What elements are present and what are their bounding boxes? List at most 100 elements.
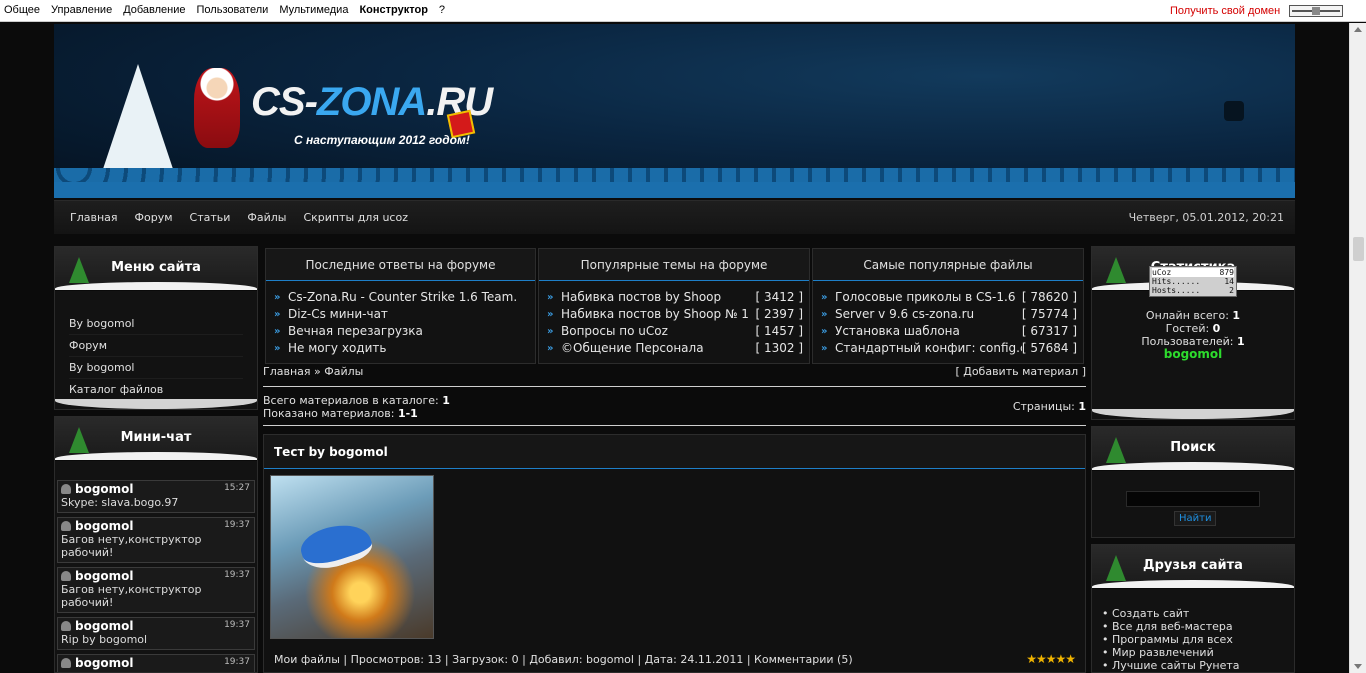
site-menu-item[interactable]: Каталог файлов [69,379,243,401]
user-icon [61,484,71,494]
nav-links: Главная Форум Статьи Файлы Скрипты для u… [70,211,408,224]
double-arrow-icon: » [274,292,281,303]
entry-thumbnail[interactable] [270,475,434,639]
topic-count: [ 3412 ] [755,290,803,304]
chat-time: 19:37 [224,620,250,630]
nav-item-files[interactable]: Файлы [247,211,286,224]
chat-user[interactable]: bogomol [61,519,251,533]
nav-item-articles[interactable]: Статьи [190,211,231,224]
last-forum-replies-title: Последние ответы на форуме [266,249,535,281]
friend-link[interactable]: Мир развлечений [1102,646,1240,659]
chat-user[interactable]: bogomol [61,482,251,496]
friend-link[interactable]: Программы для всех [1102,633,1240,646]
counter-hits-row: Hits...... 14 [1152,277,1234,286]
header-waves-base [54,182,1295,198]
file-count: [ 78620 ] [1021,290,1077,304]
topic-count: [ 1302 ] [755,341,803,355]
site-menu-item[interactable]: By bogomol [69,357,243,379]
double-arrow-icon: » [821,326,828,337]
guests-label: Гостей: [1165,322,1213,335]
current-date: Четверг, 05.01.2012, 20:21 [1128,211,1284,224]
search-input[interactable] [1126,491,1260,507]
user-icon [61,521,71,531]
admin-menu-help[interactable]: ? [439,4,445,16]
breadcrumb-home[interactable]: Главная [263,365,311,378]
admin-menu-multimedia[interactable]: Мультимедиа [279,4,348,16]
list-item[interactable]: » Набивка постов by Shoop [ 3412 ] [547,289,803,306]
scrollbar-thumb[interactable] [1353,237,1364,261]
chat-user[interactable]: bogomol [61,656,251,670]
page-scrollbar[interactable] [1349,23,1366,673]
site-menu-item[interactable]: Форум [69,335,243,357]
list-item[interactable]: » Server v 9.6 cs-zona.ru [ 75774 ] [821,306,1077,323]
topic-count: [ 2397 ] [755,307,803,321]
double-arrow-icon: » [547,326,554,337]
topic-title: Вечная перезагрузка [288,324,423,338]
admin-menu-users[interactable]: Пользователи [197,4,269,16]
nav-item-home[interactable]: Главная [70,211,118,224]
admin-menu-constructor[interactable]: Конструктор [359,4,427,16]
chat-messages: bogomol 15:27 Skype: slava.bogo.97 bogom… [55,461,257,672]
user-icon [61,571,71,581]
friends-title: Друзья сайта [1143,558,1243,573]
popular-topics-title: Популярные темы на форуме [539,249,809,281]
entry-title[interactable]: Тест by bogomol [264,435,1085,469]
catalog-info: Всего материалов в каталоге: 1 Показано … [263,394,1086,426]
list-item[interactable]: » Голосовые приколы в CS-1.6 [ 78620 ] [821,289,1077,306]
nav-item-forum[interactable]: Форум [135,211,173,224]
list-item[interactable]: » Набивка постов by Shoop № 1 [ 2397 ] [547,306,803,323]
list-item[interactable]: » Cs-Zona.Ru - Counter Strike 1.6 Team. [274,289,529,306]
search-title: Поиск [1170,440,1216,455]
admin-menu-add[interactable]: Добавление [123,4,185,16]
friend-link[interactable]: Создать сайт [1102,607,1240,620]
panel-slider[interactable] [1289,5,1343,17]
file-entry: Тест by bogomol Мои файлы | Просмотров: … [263,434,1086,673]
get-domain-link[interactable]: Получить свой домен [1170,5,1280,17]
file-count: [ 75774 ] [1021,307,1077,321]
user-icon [61,658,71,668]
scroll-down-icon[interactable] [1354,664,1362,669]
list-item[interactable]: » Diz-Cs мини-чат [274,306,529,323]
double-arrow-icon: » [547,292,554,303]
friend-link[interactable]: Все для веб-мастера [1102,620,1240,633]
topic-title: Cs-Zona.Ru - Counter Strike 1.6 Team. [288,290,518,304]
counter-hosts: 2 [1229,286,1234,295]
online-total-value: 1 [1232,309,1241,322]
list-item[interactable]: » Стандартный конфиг: config.cfg[ 57684 ] [821,340,1077,357]
logo-part-zona: ZONA [316,80,427,124]
catalog-shown-label: Показано материалов: [263,407,398,420]
page-number[interactable]: 1 [1078,400,1086,413]
list-item[interactable]: » Не могу ходить [274,340,529,357]
catalog-total-label: Всего материалов в каталоге: [263,394,443,407]
online-user[interactable]: bogomol [1092,348,1294,361]
list-item[interactable]: » Установка шаблона [ 67317 ] [821,323,1077,340]
friend-link[interactable]: Лучшие сайты Рунета [1102,659,1240,672]
ucoz-counter[interactable]: uCoz 879 Hits...... 14 Hosts..... 2 [1149,266,1237,297]
topic-title: Не могу ходить [288,341,387,355]
guests-count: Гостей: 0 [1092,322,1294,335]
chat-text: Skype: slava.bogo.97 [61,496,179,509]
nav-item-scripts[interactable]: Скрипты для ucoz [303,211,408,224]
admin-menu-manage[interactable]: Управление [51,4,112,16]
sneaker-image [296,516,376,576]
add-material-link[interactable]: [ Добавить материал ] [955,365,1086,379]
rating-stars-icon[interactable]: ★★★★★ [1026,652,1076,666]
admin-menu-general[interactable]: Общее [4,4,40,16]
site-menu-item[interactable]: By bogomol [69,313,243,335]
scroll-up-icon[interactable] [1354,27,1362,32]
chat-username: bogomol [75,519,134,533]
mini-chat-block: Мини-чат bogomol 15:27 Skype: slava.bogo… [54,416,258,673]
chat-user[interactable]: bogomol [61,569,251,583]
guests-value: 0 [1212,322,1221,335]
chat-time: 19:37 [224,570,250,580]
double-arrow-icon: » [821,343,828,354]
list-item[interactable]: » Вопросы по uCoz [ 1457 ] [547,323,803,340]
search-button[interactable]: Найти [1174,511,1217,526]
chat-text: Багов нету,конструктор рабочий! [61,583,202,609]
friends-header: Друзья сайта [1092,545,1294,589]
chat-user[interactable]: bogomol [61,619,251,633]
catalog-total: Всего материалов в каталоге: 1 [263,394,1086,407]
snow-decoration [55,452,257,460]
list-item[interactable]: » Вечная перезагрузка [274,323,529,340]
list-item[interactable]: » ©Общение Персонала [ 1302 ] [547,340,803,357]
